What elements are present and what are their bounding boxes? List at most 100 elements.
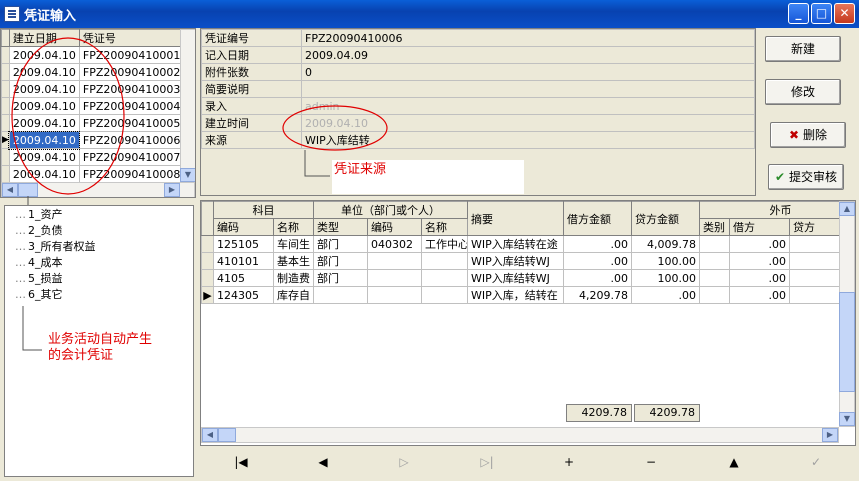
entry-row[interactable]: ▶124305库存自WIP入库，结转在4,209.78.00.00.0 bbox=[201, 286, 855, 304]
entry-cell-ucode[interactable]: 040302 bbox=[367, 235, 422, 253]
entry-cell-ucode[interactable] bbox=[367, 286, 422, 304]
submit-audit-button[interactable]: ✔ 提交审核 bbox=[768, 164, 844, 190]
next-record-icon[interactable]: ▷ bbox=[394, 455, 414, 469]
tree-node[interactable]: … 3_所有者权益 bbox=[15, 240, 96, 254]
prev-record-icon[interactable]: ◀ bbox=[313, 455, 333, 469]
entry-cell-type[interactable]: 部门 bbox=[313, 252, 368, 270]
entry-cell-uname[interactable] bbox=[420, 269, 469, 287]
entry-cell-name[interactable]: 基本生 bbox=[273, 252, 314, 270]
entry-cell-type[interactable] bbox=[313, 286, 368, 304]
entry-cell-summary[interactable]: WIP入库结转WJ bbox=[467, 252, 565, 270]
entry-cell-credit[interactable]: 100.00 bbox=[631, 269, 701, 287]
entry-cell-ftype[interactable] bbox=[699, 235, 731, 253]
entry-cell-fdebit[interactable]: .00 bbox=[729, 235, 791, 253]
tree-node[interactable]: … 4_成本 bbox=[15, 256, 63, 270]
scroll-left-icon[interactable]: ◀ bbox=[202, 428, 218, 442]
row-marker: ▶ bbox=[201, 286, 214, 304]
entry-cell-ftype[interactable] bbox=[699, 286, 731, 304]
tree-node-label: 4_成本 bbox=[28, 256, 63, 269]
entry-cell-name[interactable]: 库存自 bbox=[273, 286, 314, 304]
entry-cell-uname[interactable]: 工作中心 bbox=[420, 235, 469, 253]
scroll-down-icon[interactable]: ▼ bbox=[180, 168, 195, 182]
edit-button-label: 修改 bbox=[790, 85, 815, 99]
info-value[interactable]: 0 bbox=[301, 63, 755, 81]
maximize-button[interactable]: □ bbox=[811, 3, 832, 24]
entries-header-credit[interactable]: 贷方金额 bbox=[631, 201, 701, 236]
entry-cell-summary[interactable]: WIP入库结转在途 bbox=[467, 235, 565, 253]
entries-subheader-type[interactable]: 类型 bbox=[313, 218, 368, 236]
entry-row[interactable]: 4105制造费部门WIP入库结转WJ.00100.00.00.0 bbox=[201, 269, 855, 287]
row-marker bbox=[201, 235, 214, 253]
tree-node[interactable]: … 6_其它 bbox=[15, 288, 63, 302]
scroll-right-icon[interactable]: ▶ bbox=[164, 183, 180, 197]
tree-branch-icon: … bbox=[15, 288, 26, 301]
minimize-button[interactable]: _ bbox=[788, 3, 809, 24]
entries-vscroll[interactable]: ▲ ▼ bbox=[839, 201, 855, 427]
entries-vscroll-thumb[interactable] bbox=[839, 292, 855, 392]
voucher-list-vscroll[interactable]: ▼ bbox=[180, 29, 195, 183]
delete-button[interactable]: ✖ 删除 bbox=[770, 122, 846, 148]
add-record-icon[interactable]: + bbox=[559, 455, 579, 469]
entry-cell-credit[interactable]: 100.00 bbox=[631, 252, 701, 270]
close-button[interactable]: ✕ bbox=[834, 3, 855, 24]
edit-button[interactable]: 修改 bbox=[765, 79, 841, 105]
entry-cell-name[interactable]: 制造费 bbox=[273, 269, 314, 287]
entry-cell-code[interactable]: 124305 bbox=[213, 286, 274, 304]
entries-hscroll[interactable]: ◀ ▶ bbox=[201, 427, 839, 443]
scroll-down-icon[interactable]: ▼ bbox=[839, 412, 855, 426]
tree-node[interactable]: … 5_损益 bbox=[15, 272, 63, 286]
tree-node[interactable]: … 1_资产 bbox=[15, 208, 63, 222]
delete-button-label: 删除 bbox=[802, 128, 827, 142]
entries-subheader-name[interactable]: 名称 bbox=[273, 218, 314, 236]
entry-cell-debit[interactable]: 4,209.78 bbox=[563, 286, 633, 304]
entry-cell-summary[interactable]: WIP入库结转WJ bbox=[467, 269, 565, 287]
entry-row[interactable]: 410101基本生部门WIP入库结转WJ.00100.00.00.0 bbox=[201, 252, 855, 270]
entry-row[interactable]: 125105 车间生 部门 040302 工作中心 WIP入库结转在途 .00 4,009.7… bbox=[201, 235, 855, 253]
app-icon bbox=[4, 6, 20, 22]
entry-cell-ucode[interactable] bbox=[367, 269, 422, 287]
entry-cell-uname[interactable] bbox=[420, 286, 469, 304]
delete-x-icon: ✖ bbox=[789, 128, 800, 142]
entry-cell-code[interactable]: 125105 bbox=[213, 235, 274, 253]
new-button[interactable]: 新建 bbox=[765, 36, 841, 62]
entry-cell-fdebit[interactable]: .00 bbox=[729, 286, 791, 304]
entries-header-summary[interactable]: 摘要 bbox=[467, 201, 565, 236]
entry-cell-uname[interactable] bbox=[420, 252, 469, 270]
scroll-right-icon[interactable]: ▶ bbox=[822, 428, 838, 442]
entries-subheader-unit-code[interactable]: 编码 bbox=[367, 218, 422, 236]
entry-cell-type[interactable]: 部门 bbox=[313, 235, 368, 253]
entries-hscroll-thumb[interactable] bbox=[218, 428, 236, 442]
entries-subheader-foreign-debit[interactable]: 借方 bbox=[729, 218, 791, 236]
first-record-icon[interactable]: |◀ bbox=[231, 455, 251, 469]
entry-cell-credit[interactable]: 4,009.78 bbox=[631, 235, 701, 253]
entry-cell-ftype[interactable] bbox=[699, 252, 731, 270]
entry-cell-ucode[interactable] bbox=[367, 252, 422, 270]
edit-record-icon[interactable]: ▲ bbox=[724, 455, 744, 469]
delete-record-icon[interactable]: − bbox=[641, 455, 661, 469]
scroll-up-icon[interactable]: ▲ bbox=[839, 202, 855, 216]
info-label: 简要说明 bbox=[201, 80, 302, 98]
entry-cell-debit[interactable]: .00 bbox=[563, 269, 633, 287]
entry-cell-code[interactable]: 4105 bbox=[213, 269, 274, 287]
info-value[interactable]: FPZ20090410006 bbox=[301, 29, 755, 47]
tree-node[interactable]: … 2_负债 bbox=[15, 224, 63, 238]
post-record-icon[interactable]: ✓ bbox=[806, 455, 826, 469]
entry-cell-type[interactable]: 部门 bbox=[313, 269, 368, 287]
entry-cell-summary[interactable]: WIP入库，结转在 bbox=[467, 286, 565, 304]
last-record-icon[interactable]: ▷| bbox=[477, 455, 497, 469]
entries-subheader-unit-name[interactable]: 名称 bbox=[420, 218, 469, 236]
entry-cell-credit[interactable]: .00 bbox=[631, 286, 701, 304]
info-value[interactable]: 2009.04.09 bbox=[301, 46, 755, 64]
entries-subheader-foreign-type[interactable]: 类别 bbox=[699, 218, 731, 236]
entry-cell-fdebit[interactable]: .00 bbox=[729, 252, 791, 270]
entries-row-marker-header bbox=[201, 201, 214, 236]
entry-cell-debit[interactable]: .00 bbox=[563, 252, 633, 270]
entry-cell-fdebit[interactable]: .00 bbox=[729, 269, 791, 287]
entry-cell-ftype[interactable] bbox=[699, 269, 731, 287]
entry-cell-debit[interactable]: .00 bbox=[563, 235, 633, 253]
entry-cell-code[interactable]: 410101 bbox=[213, 252, 274, 270]
entry-cell-name[interactable]: 车间生 bbox=[273, 235, 314, 253]
entries-header-debit[interactable]: 借方金额 bbox=[563, 201, 633, 236]
info-value[interactable] bbox=[301, 80, 755, 98]
entries-subheader-code[interactable]: 编码 bbox=[213, 218, 274, 236]
